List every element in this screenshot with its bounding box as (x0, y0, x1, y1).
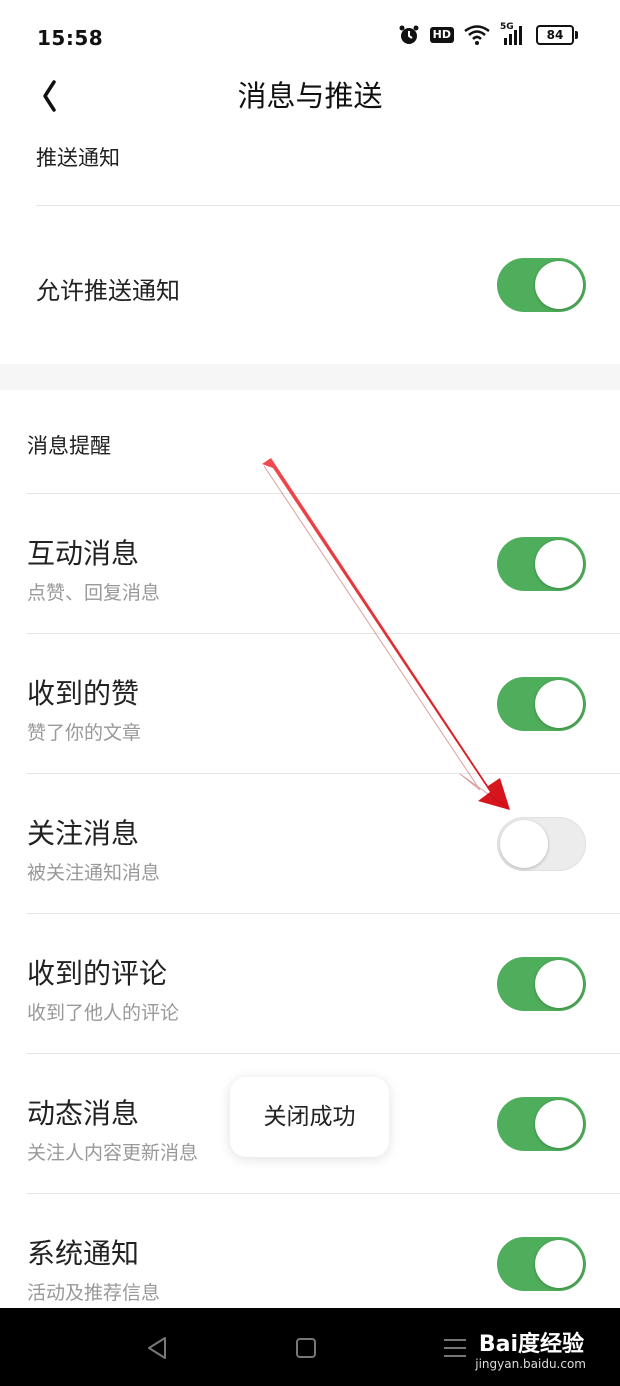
watermark-url: jingyan.baidu.com (475, 1357, 586, 1371)
status-bar: 15:58 HD 5G 84 (0, 0, 620, 72)
divider (27, 633, 620, 634)
row-title-follow: 关注消息 (27, 817, 140, 850)
status-time: 15:58 (37, 26, 104, 50)
divider (27, 493, 620, 494)
divider (27, 1053, 620, 1054)
toggle-knob (535, 1240, 583, 1288)
toggle-knob (535, 960, 583, 1008)
divider (36, 205, 620, 206)
toggle-system[interactable] (497, 1237, 586, 1291)
row-title-comments: 收到的评论 (27, 957, 168, 990)
toggle-knob (535, 540, 583, 588)
toggle-follow[interactable] (497, 817, 586, 871)
toggle-activity[interactable] (497, 1097, 586, 1151)
square-home-icon (296, 1338, 316, 1358)
triangle-back-icon (148, 1337, 166, 1359)
alarm-icon (399, 25, 419, 44)
divider (27, 1193, 620, 1194)
row-title-activity: 动态消息 (27, 1097, 140, 1130)
toggle-interaction[interactable] (497, 537, 586, 591)
menu-lines-icon (444, 1339, 466, 1357)
toggle-knob (535, 261, 583, 309)
row-subtitle-interaction: 点赞、回复消息 (27, 582, 161, 604)
toggle-knob (535, 680, 583, 728)
header: 消息与推送 (0, 66, 620, 126)
toggle-comments[interactable] (497, 957, 586, 1011)
divider (27, 773, 620, 774)
signal-icon: 5G (500, 22, 526, 46)
row-title-likes: 收到的赞 (27, 677, 140, 710)
allow-push-toggle[interactable] (497, 258, 586, 312)
section-title-reminder: 消息提醒 (27, 434, 111, 458)
toggle-likes[interactable] (497, 677, 586, 731)
battery-icon: 84 (536, 25, 578, 45)
row-title-system: 系统通知 (27, 1237, 140, 1270)
wifi-icon (464, 25, 490, 45)
section-separator (0, 364, 620, 390)
row-subtitle-activity: 关注人内容更新消息 (27, 1142, 199, 1164)
nav-home-button[interactable] (284, 1326, 328, 1370)
row-subtitle-likes: 赞了你的文章 (27, 722, 142, 744)
nav-back-button[interactable] (135, 1326, 179, 1370)
watermark-logo: Bai度经验 (478, 1332, 584, 1357)
row-title-interaction: 互动消息 (27, 537, 140, 570)
row-subtitle-system: 活动及推荐信息 (27, 1282, 161, 1304)
status-icons: HD 5G 84 (398, 22, 578, 46)
row-subtitle-comments: 收到了他人的评论 (27, 1002, 180, 1024)
navigation-bar: Bai度经验 jingyan.baidu.com (0, 1308, 620, 1386)
section-title-push: 推送通知 (36, 146, 120, 170)
toggle-knob (500, 820, 548, 868)
page-title: 消息与推送 (237, 79, 383, 113)
divider (27, 913, 620, 914)
row-subtitle-follow: 被关注通知消息 (27, 862, 161, 884)
nav-menu-button[interactable] (433, 1326, 477, 1370)
hd-icon: HD (429, 27, 454, 43)
allow-push-label: 允许推送通知 (36, 277, 180, 305)
toast: 关闭成功 (230, 1077, 389, 1157)
toggle-knob (535, 1100, 583, 1148)
